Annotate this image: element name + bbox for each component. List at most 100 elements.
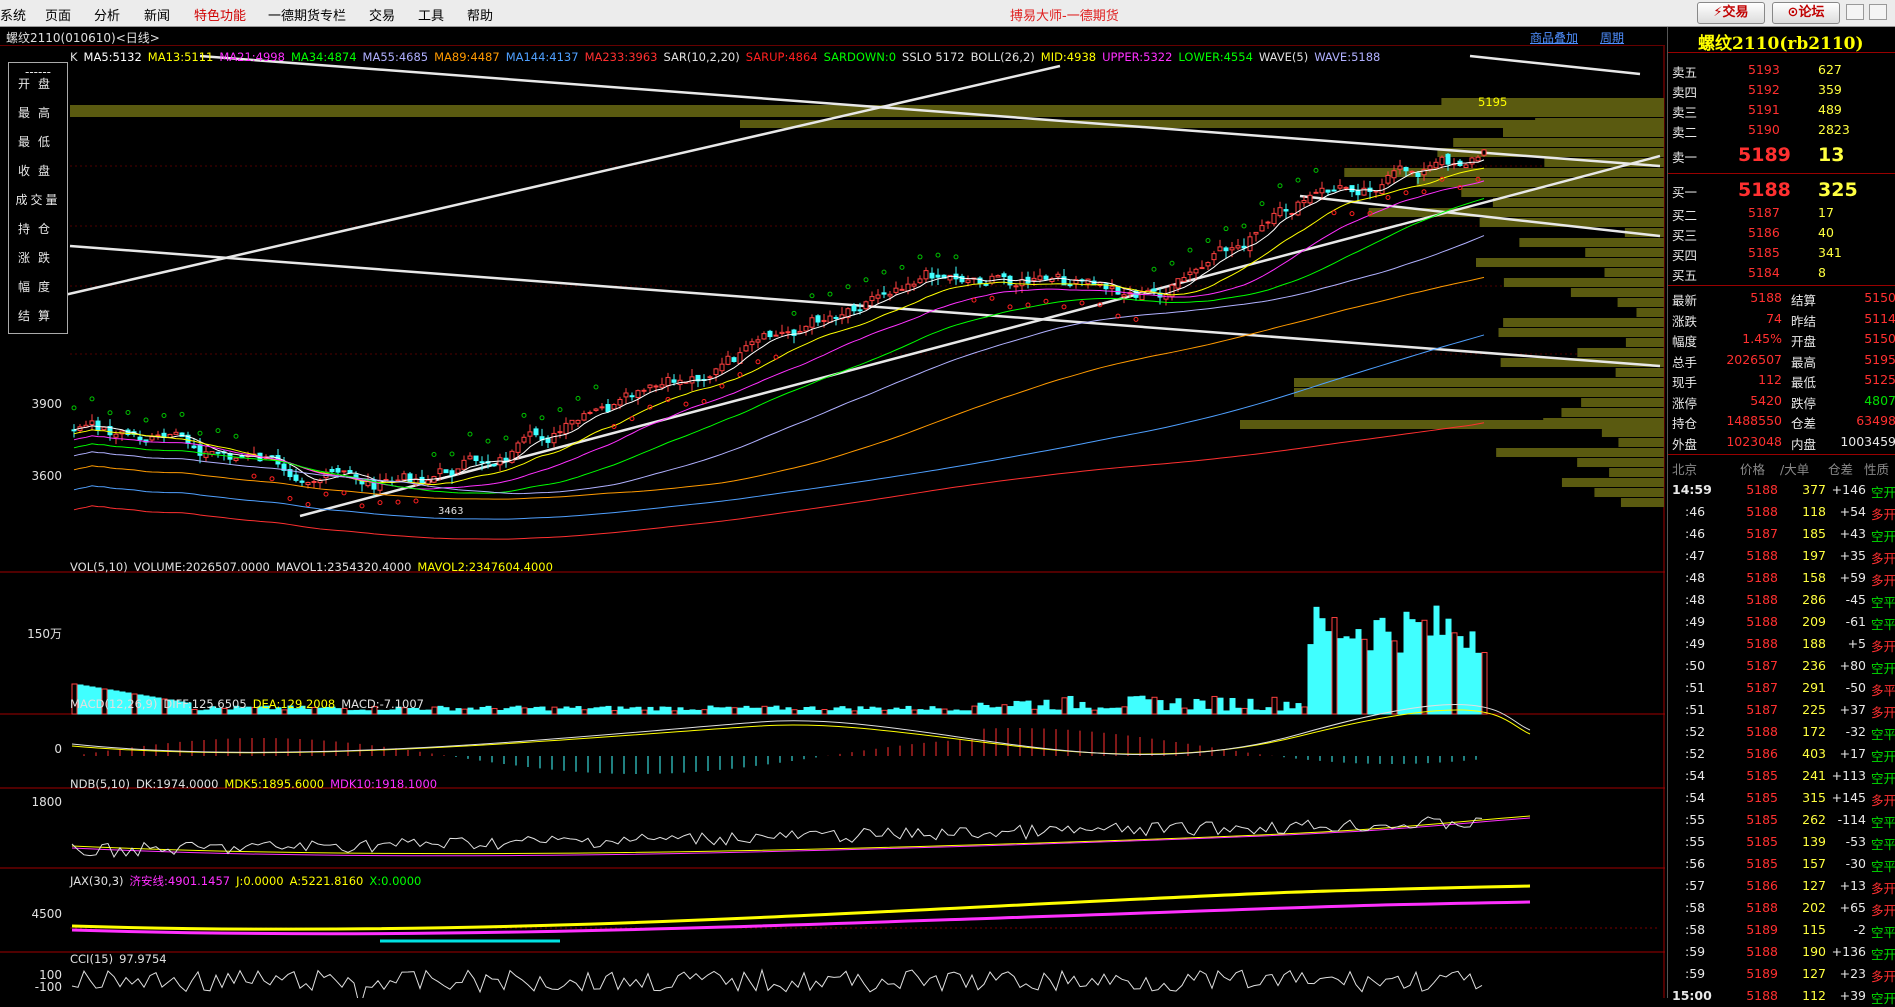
candle-body xyxy=(803,325,809,332)
tick-volume: 202 xyxy=(1802,900,1826,915)
menu-special[interactable]: 特色功能 xyxy=(194,5,246,24)
candle-body xyxy=(725,355,731,365)
volume-bar xyxy=(1415,622,1422,715)
candle-body xyxy=(821,319,827,323)
candle-body xyxy=(191,445,197,449)
candle-body xyxy=(443,469,449,474)
volume-bar xyxy=(1061,697,1068,715)
volume-bar xyxy=(1271,696,1278,715)
candle-body xyxy=(743,345,749,352)
vol-axis-label: 150万 xyxy=(27,627,62,641)
candle-body xyxy=(857,309,863,312)
menu-column[interactable]: 一德期货专栏 xyxy=(268,5,346,24)
sar-dot xyxy=(1151,266,1157,272)
ask-volume: 2823 xyxy=(1818,122,1850,137)
forum-button[interactable]: ⊙论坛 xyxy=(1772,2,1840,24)
tick-price: 5188 xyxy=(1746,988,1778,1003)
volume-bar xyxy=(1397,652,1404,715)
tick-nature: 空开 xyxy=(1871,529,1895,544)
menu-trade[interactable]: 交易 xyxy=(369,5,395,24)
tick-nature: 空平 xyxy=(1871,859,1895,874)
candle-body xyxy=(779,331,785,335)
candle-body xyxy=(833,316,839,319)
menu-tools[interactable]: 工具 xyxy=(418,5,444,24)
candle-body xyxy=(215,451,221,454)
volume-bar xyxy=(1043,699,1050,715)
candle-body xyxy=(1307,194,1313,204)
volume-bar xyxy=(527,708,534,715)
volume-bar xyxy=(1433,605,1440,715)
volume-bar xyxy=(587,708,594,715)
candle-body xyxy=(851,305,857,312)
stat-value: 5420 xyxy=(1750,392,1782,408)
tick-price: 5185 xyxy=(1746,834,1778,849)
candle-body xyxy=(707,376,713,379)
tick-price: 5185 xyxy=(1746,790,1778,805)
candle-body xyxy=(395,479,401,482)
minimize-icon[interactable] xyxy=(1846,4,1864,20)
volume-bar xyxy=(1049,709,1056,715)
volume-bar xyxy=(995,706,1002,715)
volume-bar xyxy=(1097,707,1104,715)
stat-value: 1.45% xyxy=(1742,331,1782,346)
chart-area[interactable] xyxy=(0,46,1665,998)
sar-dot xyxy=(359,503,365,509)
sar-dot xyxy=(899,264,905,270)
sar-dot xyxy=(377,500,383,506)
tick-price: 5187 xyxy=(1746,702,1778,717)
candle-body xyxy=(1253,231,1259,235)
candle-body xyxy=(1013,285,1019,288)
tick-nature: 多平 xyxy=(1871,683,1895,698)
menu-page[interactable]: 页面 xyxy=(45,5,71,24)
volume-bar xyxy=(605,705,612,715)
bid-volume: 17 xyxy=(1818,205,1834,220)
sar-dot xyxy=(1313,167,1319,173)
menu-analysis[interactable]: 分析 xyxy=(94,5,120,24)
candle-body xyxy=(1217,246,1223,252)
candle-body xyxy=(605,403,611,413)
cycle-link[interactable]: 周期 xyxy=(1600,29,1624,46)
candle-body xyxy=(671,379,677,383)
maximize-icon[interactable] xyxy=(1869,4,1887,20)
candle-body xyxy=(1427,165,1433,170)
volume-bar xyxy=(557,708,564,715)
menu-system[interactable]: 系统 xyxy=(0,5,26,24)
legend-item: VOL(5,10) xyxy=(70,560,128,574)
volume-bar xyxy=(581,709,588,715)
volume-bar xyxy=(887,709,894,715)
tick-volume: 236 xyxy=(1802,658,1826,673)
quote-separator xyxy=(1668,52,1895,53)
stat-label: 现手 xyxy=(1672,375,1698,390)
ask-price: 5190 xyxy=(1748,122,1780,137)
ohlc-label: 幅度 xyxy=(17,280,58,294)
volume-bar xyxy=(737,707,744,715)
volume-bar xyxy=(1115,707,1122,715)
trade-button[interactable]: ⚡交易 xyxy=(1697,2,1765,24)
candle-body xyxy=(989,275,995,284)
sar-dot xyxy=(593,384,599,390)
legend-item: MACD(12,26,9) xyxy=(70,697,158,711)
stat-label: 最高 xyxy=(1791,354,1817,370)
tick-price: 5188 xyxy=(1746,570,1778,585)
sar-dot xyxy=(1025,302,1031,308)
tick-time: :55 xyxy=(1685,834,1706,849)
menu-news[interactable]: 新闻 xyxy=(144,5,170,24)
sar-dot xyxy=(233,433,239,439)
macd-dea-line xyxy=(71,709,1531,755)
volume-bar xyxy=(785,707,792,715)
sar-dot xyxy=(305,501,311,507)
ask-volume: 359 xyxy=(1818,82,1842,97)
tick-price: 5186 xyxy=(1746,746,1778,761)
tick-price: 5189 xyxy=(1746,922,1778,937)
legend-item: X:0.0000 xyxy=(369,874,422,888)
tick-price: 5188 xyxy=(1746,636,1778,651)
volume-bar xyxy=(467,707,474,715)
volume-bar xyxy=(929,706,936,715)
tick-nature: 空平 xyxy=(1871,815,1895,830)
tick-nature: 空开 xyxy=(1871,771,1895,786)
volume-bar xyxy=(1295,703,1302,715)
volume-bar xyxy=(1355,629,1362,715)
peak-label: 5195 xyxy=(1478,95,1508,109)
overlay-link[interactable]: 商品叠加 xyxy=(1530,29,1578,46)
menu-help[interactable]: 帮助 xyxy=(467,5,493,24)
